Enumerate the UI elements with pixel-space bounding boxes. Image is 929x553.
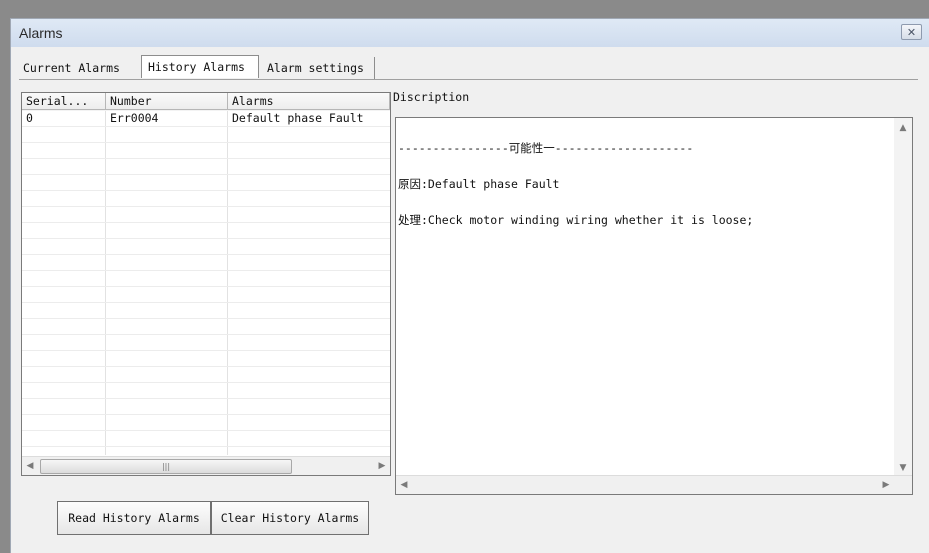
table-row[interactable]: 0 Err0004 Default phase Fault [22,111,390,127]
table-row[interactable] [22,351,390,367]
description-line: 处理:Check motor winding wiring whether it… [398,213,754,227]
table-header: Serial... Number Alarms [22,93,390,111]
scroll-up-icon[interactable]: ▲ [895,118,911,136]
table-row[interactable] [22,383,390,399]
column-header-number[interactable]: Number [106,93,228,110]
table-row[interactable] [22,239,390,255]
table-row[interactable] [22,271,390,287]
table-row[interactable] [22,415,390,431]
table-row[interactable] [22,431,390,447]
title-bar: Alarms ✕ [11,19,929,47]
table-row[interactable] [22,367,390,383]
description-text: ----------------可能性一--------------------… [398,118,753,250]
scroll-right-icon[interactable]: ▶ [374,457,390,475]
table-row[interactable] [22,159,390,175]
table-row[interactable] [22,399,390,415]
table-row[interactable] [22,191,390,207]
column-header-serial[interactable]: Serial... [22,93,106,110]
window-title: Alarms [19,25,63,41]
table-row[interactable] [22,143,390,159]
table-cell: 0 [26,111,33,125]
read-history-alarms-button[interactable]: Read History Alarms [57,501,211,535]
history-alarms-table[interactable]: Serial... Number Alarms 0 Err0004 Default … [21,92,391,476]
description-textbox[interactable]: ----------------可能性一--------------------… [395,117,913,495]
table-row[interactable] [22,335,390,351]
clear-history-alarms-button[interactable]: Clear History Alarms [211,501,369,535]
scroll-thumb[interactable]: ||| [40,459,292,474]
description-label: Discription [393,90,470,104]
description-horizontal-scrollbar[interactable]: ◀ ▶ [396,475,912,494]
table-cell: Default phase Fault [232,111,364,125]
table-row[interactable] [22,207,390,223]
description-line: ----------------可能性一-------------------- [398,141,694,155]
description-line: 原因:Default phase Fault [398,177,560,191]
table-row[interactable] [22,175,390,191]
tab-history-alarms[interactable]: History Alarms [141,55,259,78]
table-row[interactable] [22,287,390,303]
scroll-right-icon[interactable]: ▶ [878,476,894,494]
scroll-left-icon[interactable]: ◀ [22,457,38,475]
table-cell: Err0004 [110,111,159,125]
tab-alarm-settings[interactable]: Alarm settings [261,57,375,79]
column-header-alarms[interactable]: Alarms [228,93,390,110]
table-row[interactable] [22,127,390,143]
table-row[interactable] [22,223,390,239]
table-body: 0 Err0004 Default phase Fault [22,111,390,463]
tab-current-alarms[interactable]: Current Alarms [17,57,139,79]
history-alarms-panel: Serial... Number Alarms 0 Err0004 Default … [19,79,918,546]
table-row[interactable] [22,319,390,335]
table-horizontal-scrollbar[interactable]: ◀ ||| ▶ [22,456,390,475]
table-row[interactable] [22,303,390,319]
table-row[interactable] [22,255,390,271]
close-button[interactable]: ✕ [901,24,922,40]
alarms-window: Alarms ✕ Current Alarms History Alarms A… [10,18,929,553]
scroll-left-icon[interactable]: ◀ [396,476,412,494]
close-icon: ✕ [906,26,917,39]
scroll-down-icon[interactable]: ▼ [895,458,911,476]
description-vertical-scrollbar[interactable]: ▲ ▼ [894,118,912,476]
